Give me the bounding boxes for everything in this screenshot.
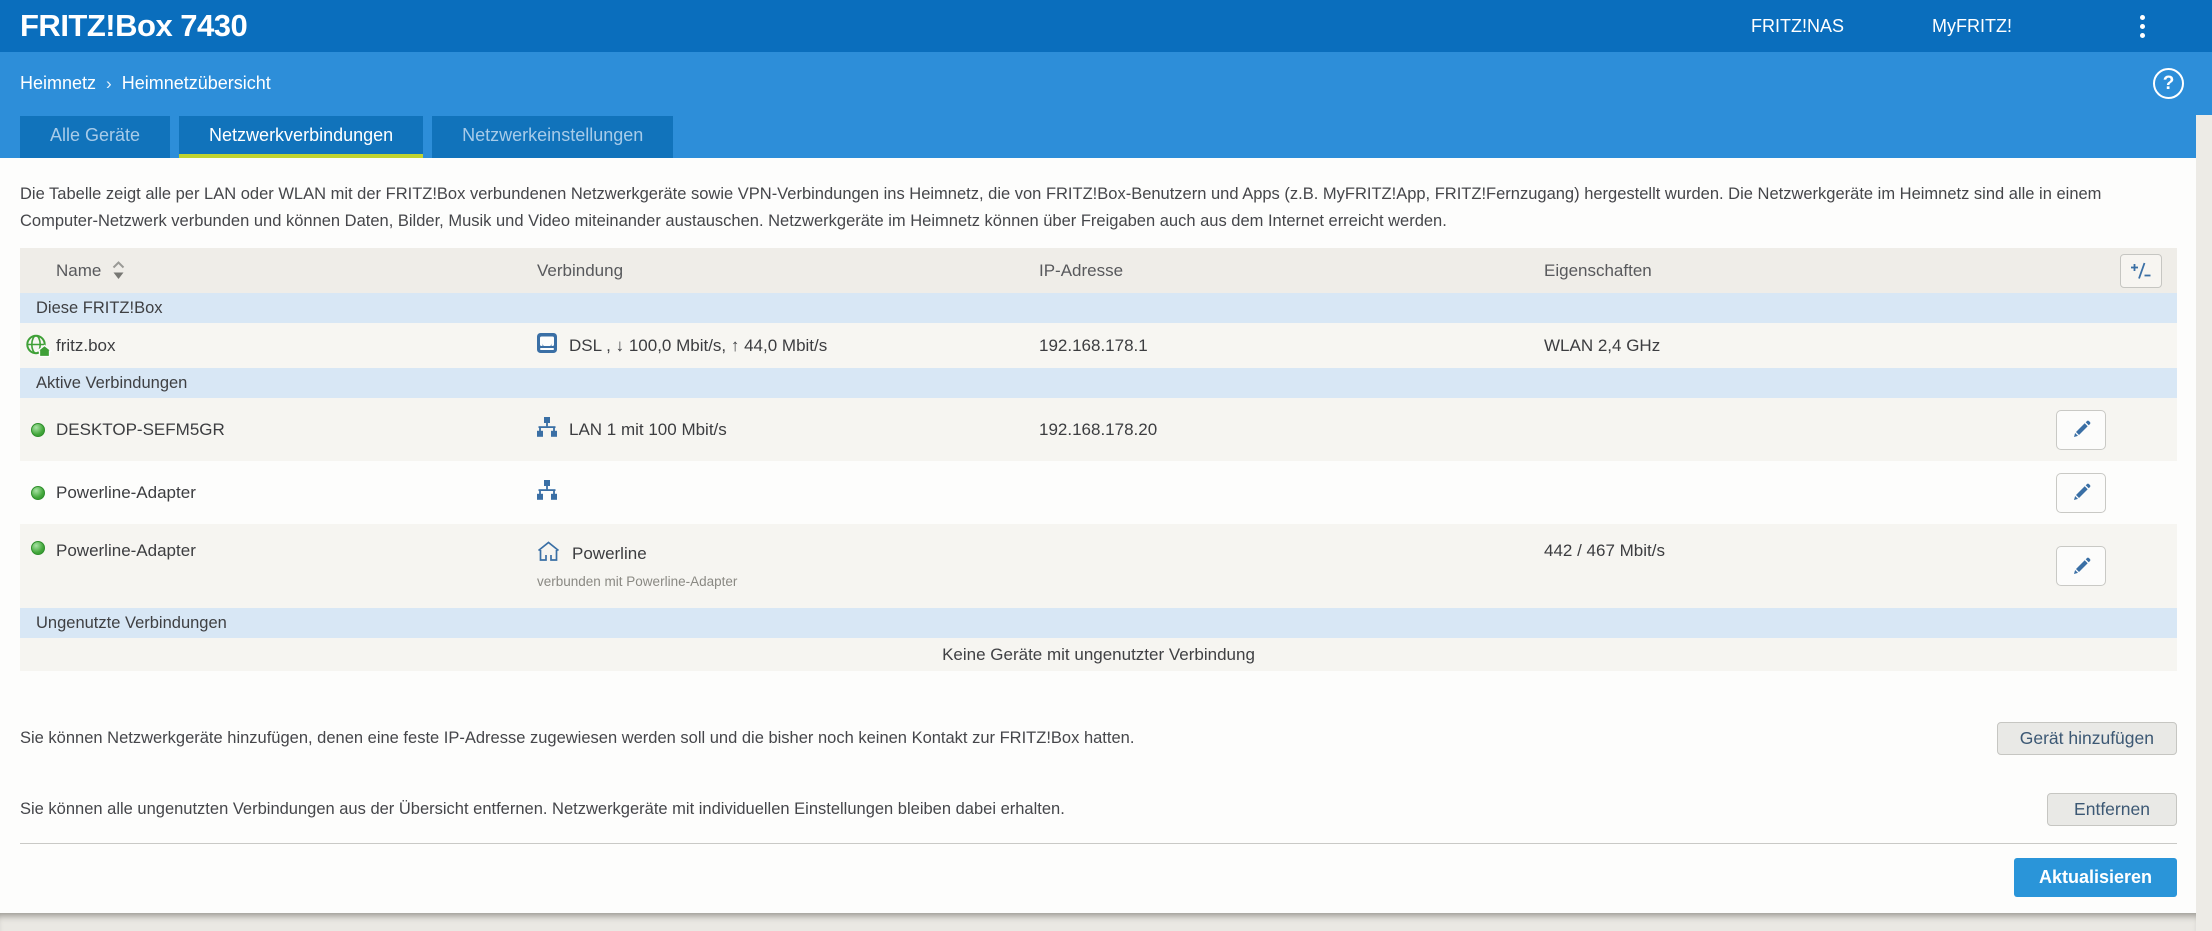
properties-text: 442 / 467 Mbit/s: [1544, 541, 1665, 560]
properties-text: WLAN 2,4 GHz: [1544, 335, 1661, 355]
powerline-house-icon: [537, 541, 560, 567]
divider: [20, 843, 2177, 844]
connection-text: LAN 1 mit 100 Mbit/s: [569, 419, 727, 439]
tab-netzwerkeinstellungen[interactable]: Netzwerkeinstellungen: [432, 116, 674, 158]
connection-text: DSL , ↓ 100,0 Mbit/s, ↑ 44,0 Mbit/s: [569, 335, 828, 355]
breadcrumb-separator: ›: [106, 74, 112, 93]
dsl-modem-icon: [537, 333, 557, 358]
network-table: Name Verbindung IP-Adresse Eigenschaften: [20, 248, 2177, 671]
tab-alle-geraete[interactable]: Alle Geräte: [20, 116, 171, 158]
breadcrumb: Heimnetz › Heimnetzübersicht: [20, 73, 271, 94]
refresh-button[interactable]: Aktualisieren: [2013, 858, 2177, 897]
add-device-button[interactable]: Gerät hinzufügen: [1996, 722, 2177, 755]
empty-message-row: Keine Geräte mit ungenutzter Verbindung: [20, 638, 2177, 671]
table-row-desktop: DESKTOP-SEFM5GR LAN 1 mit 100 Mbit/s 192…: [20, 398, 2177, 461]
fritznas-link[interactable]: FRITZ!NAS: [1751, 16, 1844, 37]
sort-icon[interactable]: [111, 260, 126, 281]
table-row-fritzbox: fritz.box DSL , ↓ 100,0 Mbit/s, ↑ 44,0 M…: [20, 323, 2177, 368]
globe-home-icon: [20, 334, 56, 357]
section-row-this-fritzbox: Diese FRITZ!Box: [20, 293, 2177, 323]
connection-text: Powerline: [572, 544, 647, 563]
connection-subtext: verbunden mit Powerline-Adapter: [537, 574, 738, 589]
device-name: Powerline-Adapter: [56, 541, 196, 560]
section-row-unused-connections: Ungenutzte Verbindungen: [20, 608, 2177, 638]
page-bottom-background: [0, 913, 2196, 931]
ip-address: [1039, 524, 1544, 541]
add-remove-columns-button[interactable]: [2120, 253, 2162, 288]
edit-button[interactable]: [2056, 546, 2106, 586]
device-name: DESKTOP-SEFM5GR: [56, 419, 225, 439]
tab-bar: Alle Geräte Netzwerkverbindungen Netzwer…: [0, 115, 2196, 158]
breadcrumb-section: Heimnetz: [20, 73, 97, 93]
breadcrumb-bar: Heimnetz › Heimnetzübersicht ?: [0, 52, 2212, 115]
lan-icon: [537, 480, 557, 505]
breadcrumb-page: Heimnetzübersicht: [121, 73, 271, 93]
app-title: FRITZ!Box 7430: [20, 8, 248, 43]
status-green-icon: [31, 541, 45, 555]
column-header-properties: Eigenschaften: [1544, 260, 1652, 280]
remove-connections-text: Sie können alle ungenutzten Verbindungen…: [20, 800, 1065, 818]
content-area: Die Tabelle zeigt alle per LAN oder WLAN…: [0, 158, 2196, 913]
scrollbar-gutter[interactable]: [2196, 115, 2212, 931]
ip-address: 192.168.178.1: [1039, 335, 1148, 355]
column-header-ip: IP-Adresse: [1039, 260, 1124, 280]
table-row-powerline-2: Powerline-Adapter Powerline verbunden mi…: [20, 524, 2177, 608]
tab-netzwerkverbindungen[interactable]: Netzwerkverbindungen: [179, 116, 424, 158]
myfritz-link[interactable]: MyFRITZ!: [1932, 16, 2012, 37]
device-name: fritz.box: [56, 335, 116, 355]
column-header-name: Name: [56, 260, 102, 280]
edit-button[interactable]: [2056, 409, 2106, 450]
status-green-icon: [31, 485, 45, 500]
intro-text: Die Tabelle zeigt alle per LAN oder WLAN…: [20, 185, 2102, 230]
table-row-powerline-1: Powerline-Adapter: [20, 461, 2177, 524]
device-name: Powerline-Adapter: [56, 482, 196, 502]
add-device-text: Sie können Netzwerkgeräte hinzufügen, de…: [20, 729, 1135, 747]
edit-button[interactable]: [2056, 472, 2106, 513]
remove-button[interactable]: Entfernen: [2047, 793, 2177, 826]
status-green-icon: [31, 422, 45, 437]
ip-address: 192.168.178.20: [1039, 419, 1158, 439]
lan-icon: [537, 417, 557, 442]
column-header-connection: Verbindung: [537, 260, 624, 280]
kebab-menu-icon[interactable]: [2140, 14, 2146, 38]
top-bar: FRITZ!Box 7430 FRITZ!NAS MyFRITZ!: [0, 0, 2212, 52]
section-row-active-connections: Aktive Verbindungen: [20, 368, 2177, 398]
help-icon[interactable]: ?: [2153, 68, 2184, 99]
table-header-row: Name Verbindung IP-Adresse Eigenschaften: [20, 248, 2177, 293]
